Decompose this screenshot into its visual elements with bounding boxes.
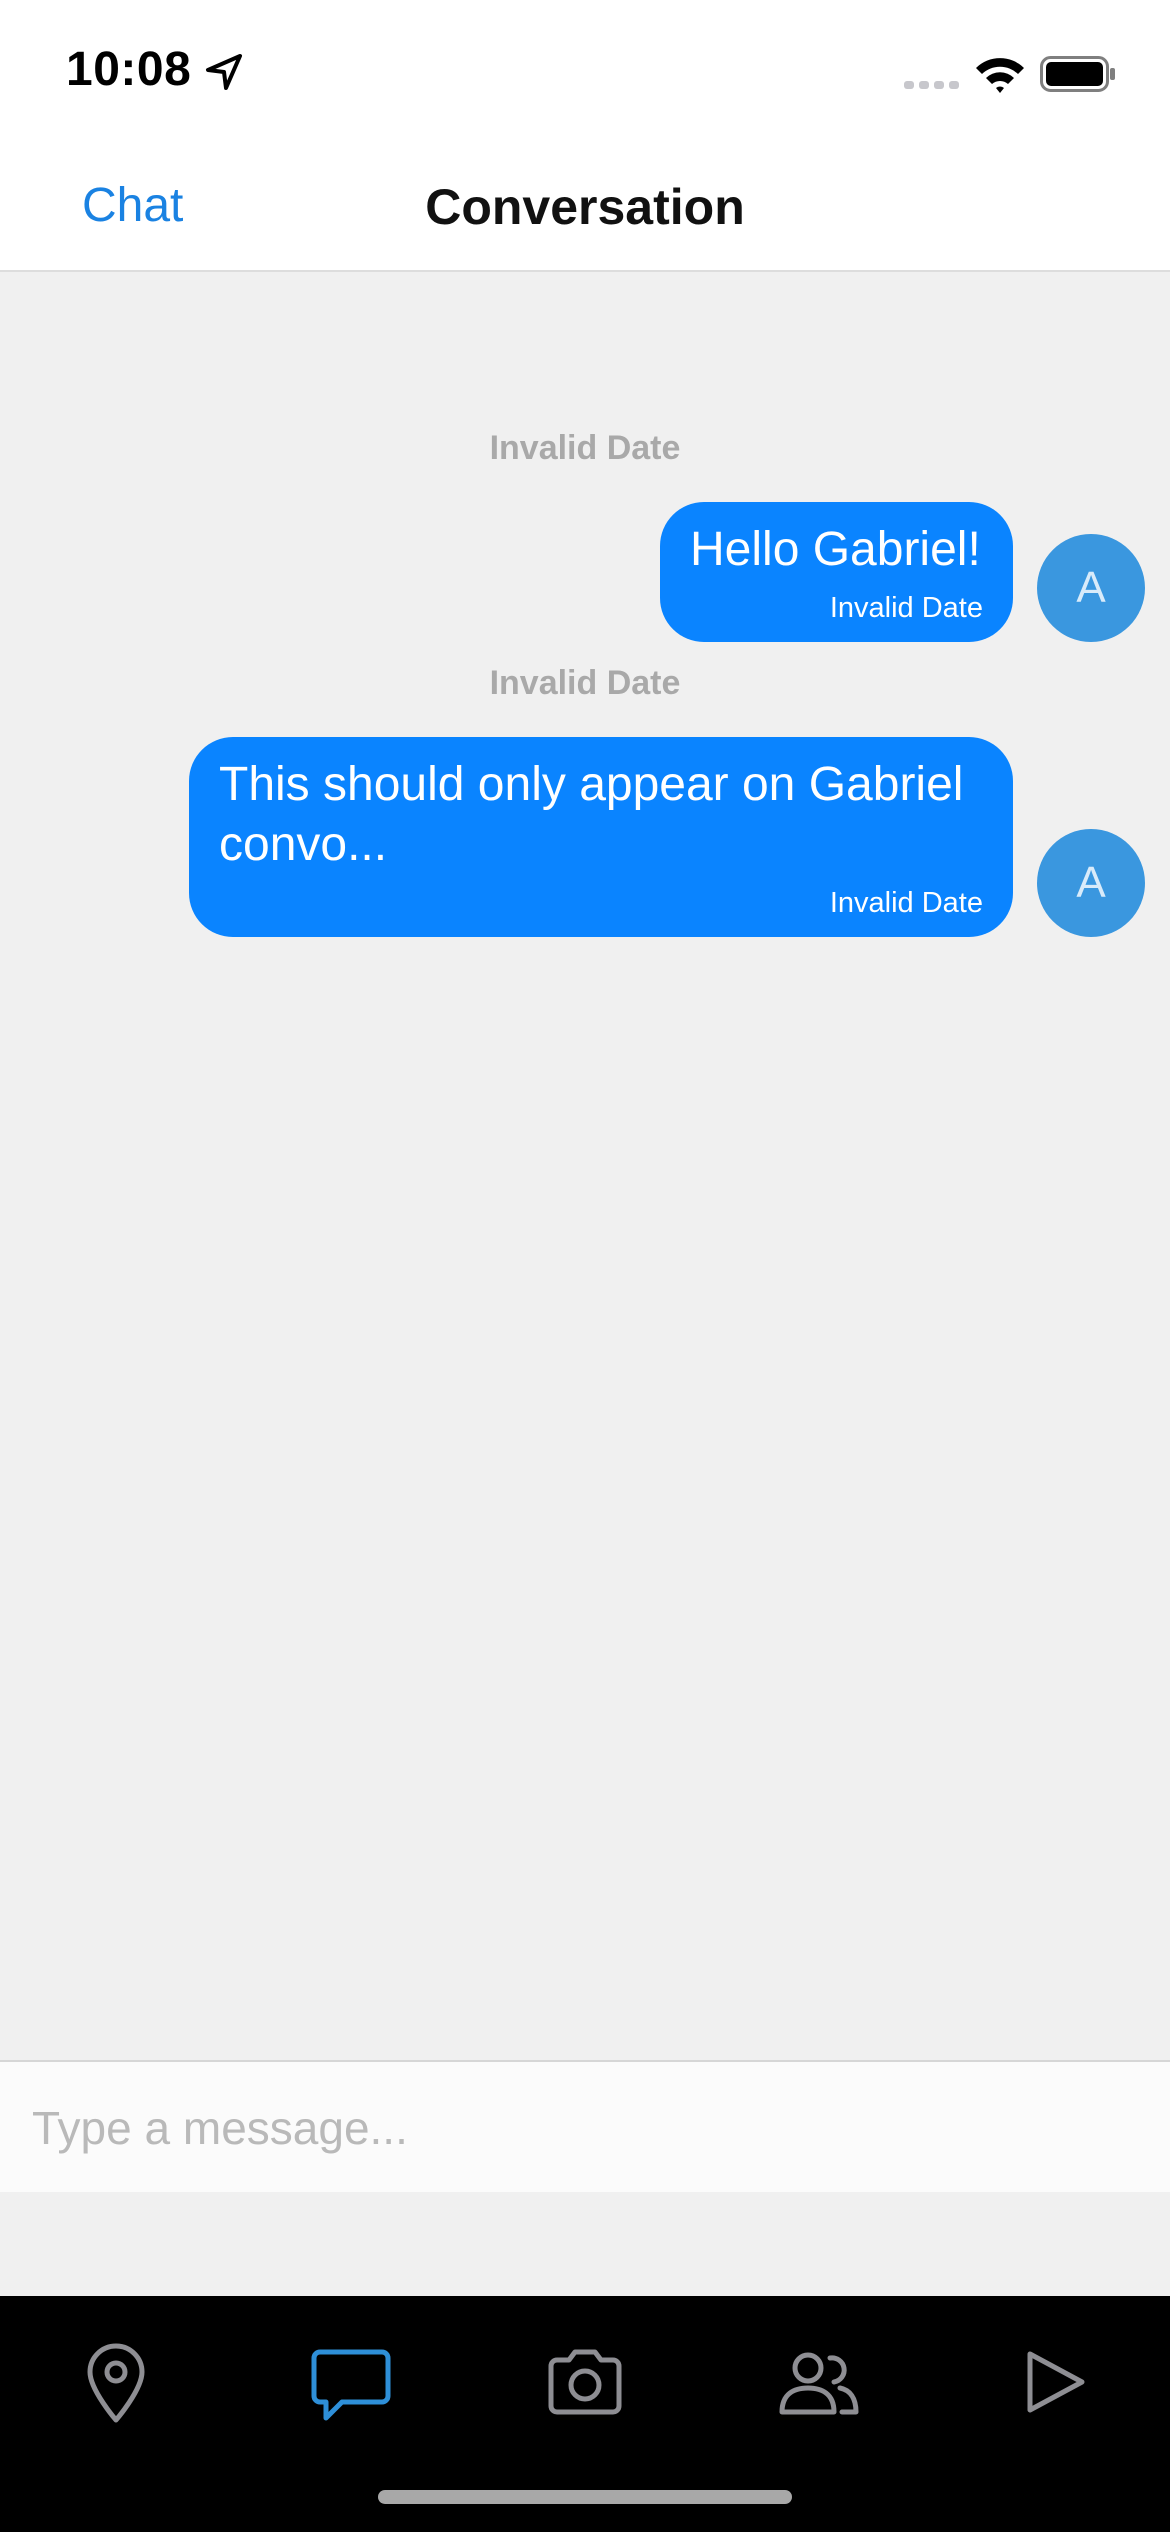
- status-time: 10:08: [66, 43, 192, 96]
- avatar[interactable]: A: [1037, 829, 1145, 937]
- camera-icon: [548, 2349, 622, 2415]
- tab-play[interactable]: [1002, 2332, 1102, 2432]
- date-separator: Invalid Date: [489, 664, 681, 702]
- message-list[interactable]: Invalid Date Hello Gabriel! Invalid Date…: [0, 272, 1170, 2060]
- location-arrow-icon: [206, 54, 242, 90]
- map-pin-icon: [87, 2343, 145, 2423]
- message-text: This should only appear on Gabriel convo…: [219, 758, 964, 871]
- status-bar: 10:08: [0, 0, 1170, 140]
- tab-people[interactable]: [768, 2332, 868, 2432]
- tab-camera[interactable]: [535, 2332, 635, 2432]
- message-composer: [0, 2060, 1170, 2192]
- message-input[interactable]: [30, 2092, 1134, 2164]
- navigation-bar: Chat Conversation: [0, 140, 1170, 272]
- signal-icon: [904, 81, 959, 89]
- message-timestamp: Invalid Date: [829, 887, 983, 919]
- battery-icon: [1040, 56, 1115, 92]
- message-bubble[interactable]: Hello Gabriel! Invalid Date: [660, 502, 1013, 642]
- play-icon: [1027, 2351, 1085, 2413]
- avatar[interactable]: A: [1037, 534, 1145, 642]
- people-icon: [779, 2352, 859, 2415]
- composer-spacer: [0, 2192, 1170, 2296]
- message-text: Hello Gabriel!: [690, 523, 981, 576]
- home-indicator: [378, 2490, 792, 2504]
- chat-bubble-icon: [311, 2349, 391, 2421]
- message-bubble[interactable]: This should only appear on Gabriel convo…: [189, 737, 1013, 937]
- wifi-icon: [976, 58, 1024, 93]
- date-separator: Invalid Date: [489, 429, 681, 467]
- message-timestamp: Invalid Date: [829, 592, 983, 624]
- page-title: Conversation: [425, 179, 745, 235]
- tab-map[interactable]: [66, 2332, 166, 2432]
- tab-chat[interactable]: [300, 2332, 400, 2432]
